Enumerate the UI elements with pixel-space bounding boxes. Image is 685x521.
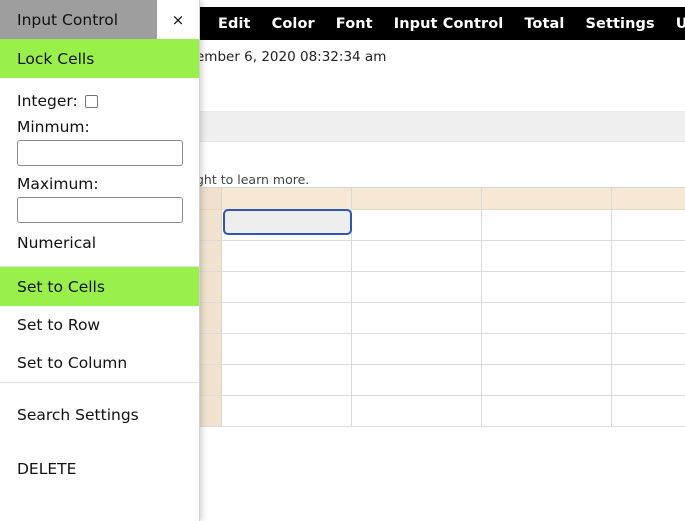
- row-header[interactable]: [200, 210, 222, 241]
- grid-cell[interactable]: [612, 365, 685, 396]
- integer-checkbox[interactable]: [84, 94, 98, 108]
- row-header[interactable]: [200, 334, 222, 365]
- set-to-row-button[interactable]: Set to Row: [0, 306, 199, 344]
- grid-cell[interactable]: [222, 303, 352, 334]
- table-row[interactable]: [200, 365, 685, 396]
- grid-cell[interactable]: [352, 303, 482, 334]
- grid-cell[interactable]: [612, 334, 685, 365]
- menu-item-color[interactable]: Color: [272, 16, 315, 32]
- menu-item-total[interactable]: Total: [524, 16, 564, 32]
- column-header-3[interactable]: [482, 188, 612, 210]
- grid-cell[interactable]: [612, 272, 685, 303]
- table-row[interactable]: [200, 241, 685, 272]
- table-row[interactable]: [200, 396, 685, 427]
- menu-item-edit[interactable]: Edit: [218, 16, 251, 32]
- grid-cell[interactable]: [222, 334, 352, 365]
- close-icon[interactable]: ×: [157, 0, 199, 39]
- grid-cell[interactable]: [482, 334, 612, 365]
- maximum-input[interactable]: [17, 197, 183, 223]
- grid-cell[interactable]: [612, 241, 685, 272]
- grid-cell[interactable]: [352, 365, 482, 396]
- grid-cell[interactable]: [612, 210, 685, 241]
- column-header-2[interactable]: [352, 188, 482, 210]
- grid-cell[interactable]: [612, 303, 685, 334]
- grid-cell[interactable]: [222, 241, 352, 272]
- input-control-panel: Input Control × Lock Cells Integer: Minm…: [0, 0, 200, 521]
- table-row[interactable]: [200, 272, 685, 303]
- grid-cell[interactable]: [482, 272, 612, 303]
- grid-cell[interactable]: [482, 210, 612, 241]
- row-header[interactable]: [200, 303, 222, 334]
- set-to-column-button[interactable]: Set to Column: [0, 344, 199, 382]
- grid-cell[interactable]: [482, 396, 612, 427]
- maximum-label: Maximum:: [17, 175, 99, 193]
- grid-cell[interactable]: [222, 365, 352, 396]
- grid-corner-cell: [200, 188, 222, 210]
- numerical-option[interactable]: Numerical: [17, 234, 182, 252]
- panel-form: Integer: Minmum: Maximum: Numerical: [0, 78, 199, 266]
- lock-cells-button[interactable]: Lock Cells: [0, 39, 199, 78]
- integer-label: Integer:: [17, 92, 78, 110]
- menu-item-users[interactable]: Users: [676, 16, 685, 32]
- grid-cell[interactable]: [222, 396, 352, 427]
- search-settings-button[interactable]: Search Settings: [0, 396, 199, 434]
- delete-button[interactable]: DELETE: [0, 450, 199, 488]
- row-header[interactable]: [200, 241, 222, 272]
- grid-cell[interactable]: [352, 334, 482, 365]
- grid-cell[interactable]: [352, 210, 482, 241]
- grid-header-row: [200, 188, 685, 210]
- menu-item-input-control[interactable]: Input Control: [394, 16, 504, 32]
- column-header-4[interactable]: [612, 188, 685, 210]
- panel-spacer: [0, 383, 199, 396]
- main-menubar: Edit Color Font Input Control Total Sett…: [200, 7, 685, 40]
- table-row[interactable]: [200, 303, 685, 334]
- grid-cell[interactable]: [352, 396, 482, 427]
- selected-cell[interactable]: [223, 209, 352, 235]
- row-header[interactable]: [200, 396, 222, 427]
- grid-cell[interactable]: [352, 272, 482, 303]
- panel-spacer: [0, 434, 199, 450]
- menu-item-settings[interactable]: Settings: [585, 16, 654, 32]
- grid-cell[interactable]: [482, 241, 612, 272]
- minimum-input[interactable]: [17, 140, 183, 166]
- column-header-1[interactable]: [222, 188, 352, 210]
- grid-cell[interactable]: [612, 396, 685, 427]
- menu-item-font[interactable]: Font: [336, 16, 373, 32]
- set-to-cells-button[interactable]: Set to Cells: [0, 267, 199, 306]
- grid-cell[interactable]: [222, 272, 352, 303]
- grid-cell[interactable]: [482, 365, 612, 396]
- grid-cell[interactable]: [352, 241, 482, 272]
- integer-field-row: Integer:: [17, 92, 182, 110]
- row-header[interactable]: [200, 272, 222, 303]
- grid-cell[interactable]: [482, 303, 612, 334]
- panel-tail: [0, 488, 199, 521]
- row-header[interactable]: [200, 365, 222, 396]
- panel-titlebar: Input Control ×: [0, 0, 199, 39]
- application-window: Edit Color Font Input Control Total Sett…: [0, 0, 685, 521]
- table-row[interactable]: [200, 334, 685, 365]
- minimum-label: Minmum:: [17, 118, 90, 136]
- panel-title: Input Control: [0, 0, 157, 39]
